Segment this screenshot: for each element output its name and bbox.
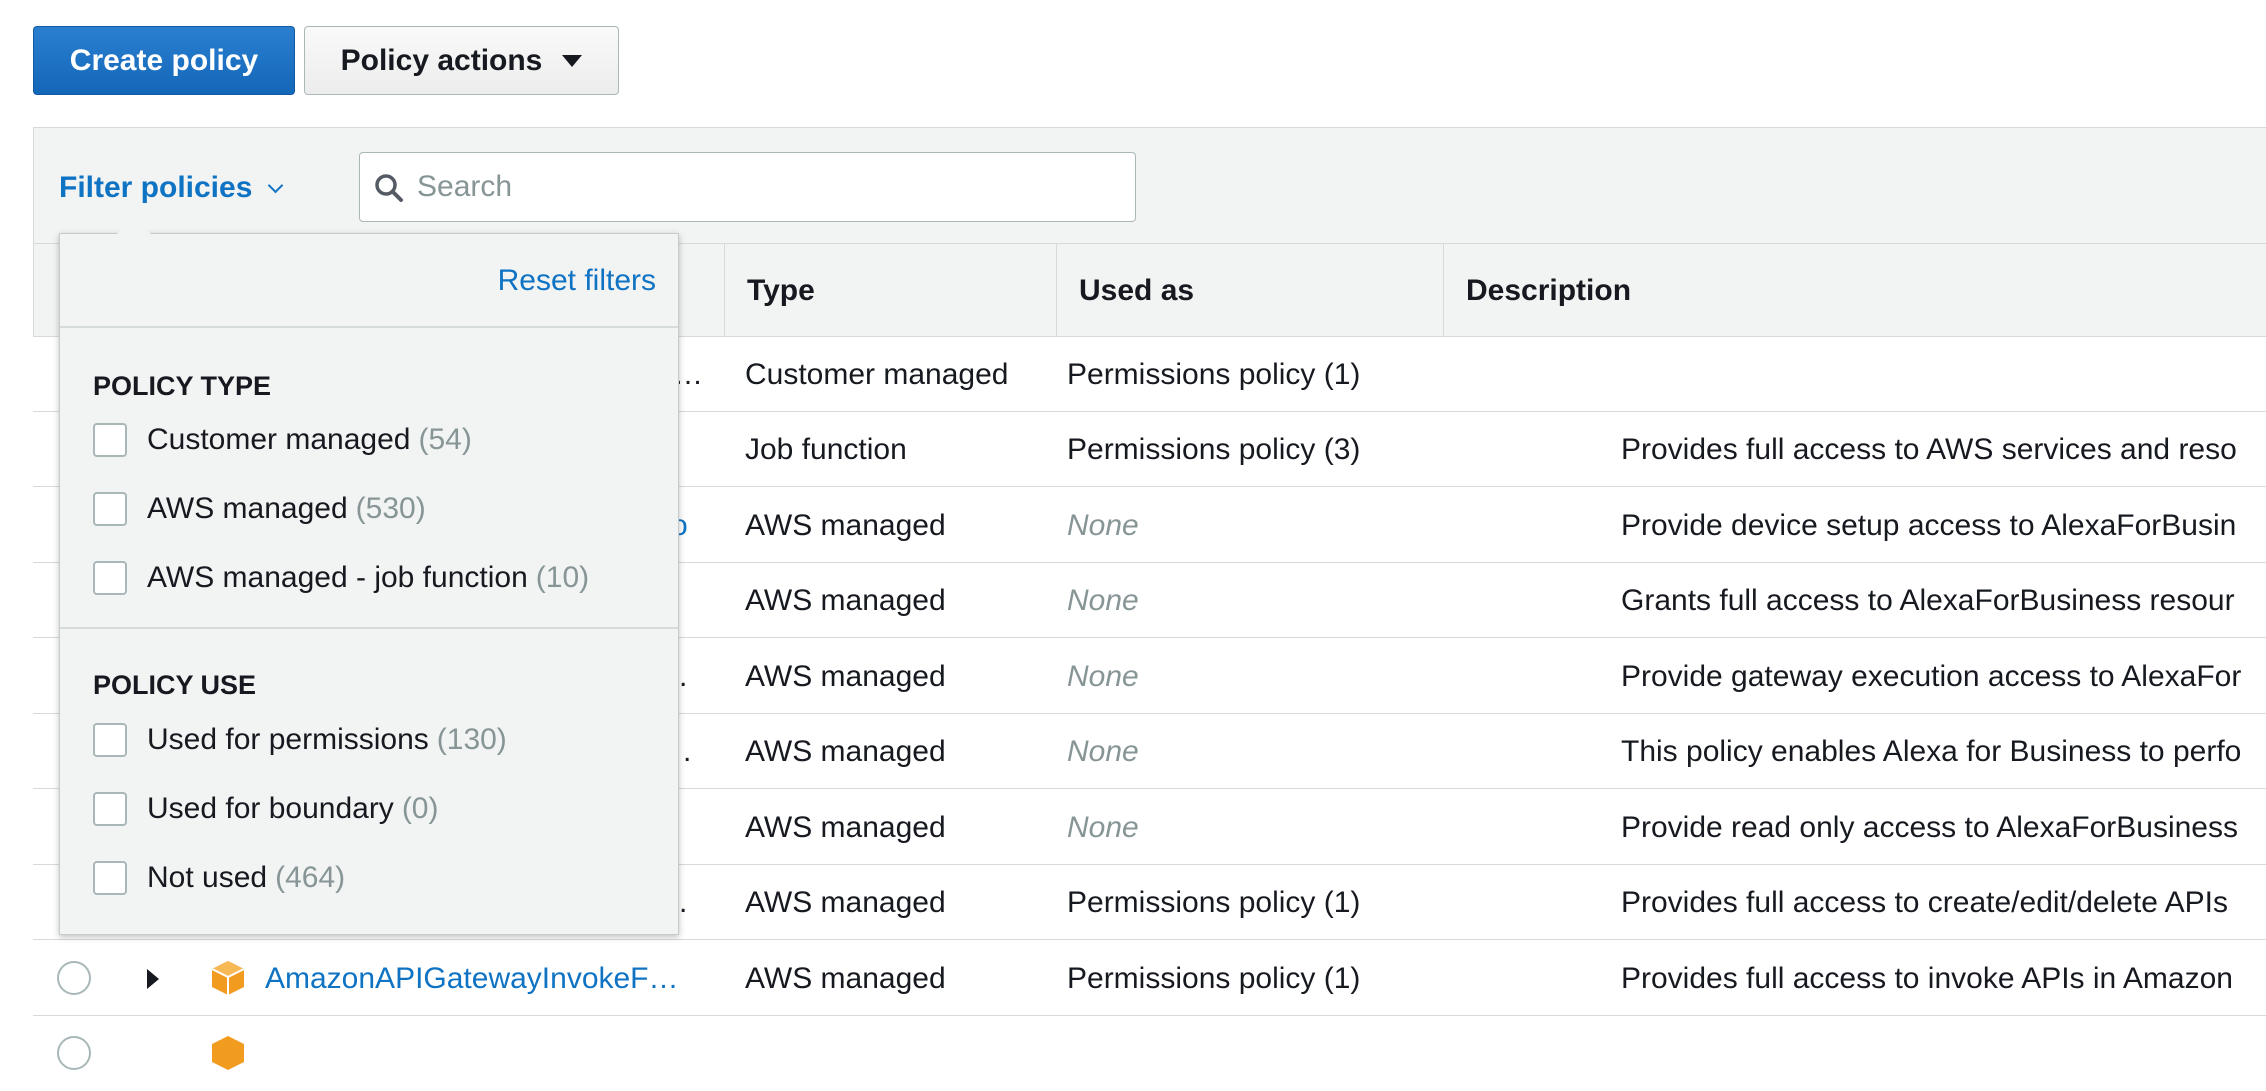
policy-type: AWS managed bbox=[745, 734, 946, 768]
caret-down-icon bbox=[562, 54, 583, 67]
policy-description: Provides full access to AWS services and… bbox=[1621, 432, 2237, 466]
filter-option-used-for-permissions[interactable]: Used for permissions (130) bbox=[93, 720, 507, 760]
policy-used-as: None bbox=[1067, 810, 1139, 844]
policy-actions-label: Policy actions bbox=[340, 43, 543, 77]
policy-type: AWS managed bbox=[745, 659, 946, 693]
policy-type-title: POLICY TYPE bbox=[93, 371, 272, 401]
policy-used-as: Permissions policy (1) bbox=[1067, 885, 1361, 919]
policy-actions-button[interactable]: Policy actions bbox=[304, 26, 619, 95]
policy-used-as: None bbox=[1067, 508, 1139, 542]
column-header-used-as[interactable]: Used as bbox=[1056, 244, 1441, 338]
column-header-description[interactable]: Description bbox=[1443, 244, 2266, 338]
filter-option-label: Used for boundary bbox=[147, 792, 394, 825]
policy-name-tail: . bbox=[679, 659, 688, 693]
policy-description: Provide read only access to AlexaForBusi… bbox=[1621, 810, 2238, 844]
filter-option-label: Used for permissions bbox=[147, 723, 429, 756]
dropdown-pointer bbox=[117, 218, 151, 234]
divider bbox=[60, 627, 678, 629]
filter-option-customer-managed[interactable]: Customer managed (54) bbox=[93, 420, 472, 460]
policy-used-as: Permissions policy (3) bbox=[1067, 432, 1361, 466]
filter-option-label: Not used bbox=[147, 861, 268, 894]
checkbox[interactable] bbox=[93, 861, 127, 895]
policy-cube-icon bbox=[212, 1036, 244, 1070]
filter-option-count: (130) bbox=[436, 723, 507, 756]
expand-triangle-icon[interactable] bbox=[147, 969, 159, 989]
policy-name-link[interactable]: AmazonAPIGatewayInvokeF… bbox=[265, 941, 679, 1016]
policy-type: AWS managed bbox=[745, 961, 946, 995]
policy-type: Job function bbox=[745, 432, 907, 466]
policy-type: AWS managed bbox=[745, 583, 946, 617]
policy-description: Provide gateway execution access to Alex… bbox=[1621, 659, 2242, 693]
filter-option-count: (54) bbox=[418, 423, 472, 456]
filter-policies-label: Filter policies bbox=[59, 171, 253, 204]
policy-description: Provides full access to invoke APIs in A… bbox=[1621, 961, 2233, 995]
column-header-type-label: Type bbox=[747, 274, 815, 307]
filter-option-count: (0) bbox=[401, 792, 439, 825]
policy-type: AWS managed bbox=[745, 885, 946, 919]
checkbox[interactable] bbox=[93, 792, 127, 826]
policy-type: AWS managed bbox=[745, 810, 946, 844]
policy-used-as: None bbox=[1067, 583, 1139, 617]
filter-option-not-used[interactable]: Not used (464) bbox=[93, 858, 345, 898]
filter-option-aws-managed-job-function[interactable]: AWS managed - job function (10) bbox=[93, 558, 589, 598]
filter-bar: Filter policies bbox=[33, 127, 2266, 243]
policy-used-as: Permissions policy (1) bbox=[1067, 357, 1361, 391]
policy-used-as: None bbox=[1067, 734, 1139, 768]
reset-filters-link[interactable]: Reset filters bbox=[498, 264, 656, 298]
checkbox[interactable] bbox=[93, 723, 127, 757]
filter-option-label: AWS managed - job function bbox=[147, 561, 528, 594]
policy-type: Customer managed bbox=[745, 357, 1009, 391]
table-row[interactable] bbox=[33, 1016, 2266, 1091]
divider bbox=[60, 326, 678, 328]
filter-option-aws-managed[interactable]: AWS managed (530) bbox=[93, 489, 426, 529]
chevron-down-icon bbox=[268, 177, 284, 193]
search-input[interactable] bbox=[415, 163, 1115, 211]
column-header-description-label: Description bbox=[1466, 274, 1632, 307]
policy-description: Provide device setup access to AlexaForB… bbox=[1621, 508, 2237, 542]
filter-option-count: (10) bbox=[535, 561, 590, 594]
table-row[interactable]: AmazonAPIGatewayInvokeF… AWS managed Per… bbox=[33, 941, 2266, 1016]
row-select-radio[interactable] bbox=[57, 1036, 91, 1070]
checkbox[interactable] bbox=[93, 423, 127, 457]
policy-name-tail: . bbox=[679, 885, 688, 919]
policy-used-as: Permissions policy (1) bbox=[1067, 961, 1361, 995]
search-icon bbox=[375, 174, 403, 202]
policy-used-as: None bbox=[1067, 659, 1139, 693]
checkbox[interactable] bbox=[93, 561, 127, 595]
create-policy-label: Create policy bbox=[69, 43, 259, 77]
policy-type: AWS managed bbox=[745, 508, 946, 542]
filter-option-label: AWS managed bbox=[147, 492, 348, 525]
policy-description: Provides full access to create/edit/dele… bbox=[1621, 885, 2228, 919]
policy-name-tail: . bbox=[683, 734, 692, 768]
checkbox[interactable] bbox=[93, 492, 127, 526]
filter-option-label: Customer managed bbox=[147, 423, 411, 456]
column-header-used-as-label: Used as bbox=[1079, 274, 1195, 307]
policy-cube-icon bbox=[211, 961, 245, 995]
filter-policies-toggle[interactable]: Filter policies bbox=[59, 171, 284, 205]
row-select-radio[interactable] bbox=[57, 961, 91, 995]
filter-option-count: (464) bbox=[275, 861, 346, 894]
search-box bbox=[359, 152, 1136, 222]
policy-use-title: POLICY USE bbox=[93, 670, 257, 700]
policy-description: This policy enables Alexa for Business t… bbox=[1621, 734, 2242, 768]
filter-option-used-for-boundary[interactable]: Used for boundary (0) bbox=[93, 789, 438, 829]
filter-dropdown: Reset filters POLICY TYPE Customer manag… bbox=[59, 218, 679, 935]
filter-option-count: (530) bbox=[355, 492, 426, 525]
create-policy-button[interactable]: Create policy bbox=[33, 26, 295, 95]
column-header-type[interactable]: Type bbox=[724, 244, 1054, 338]
policy-description: Grants full access to AlexaForBusiness r… bbox=[1621, 583, 2235, 617]
